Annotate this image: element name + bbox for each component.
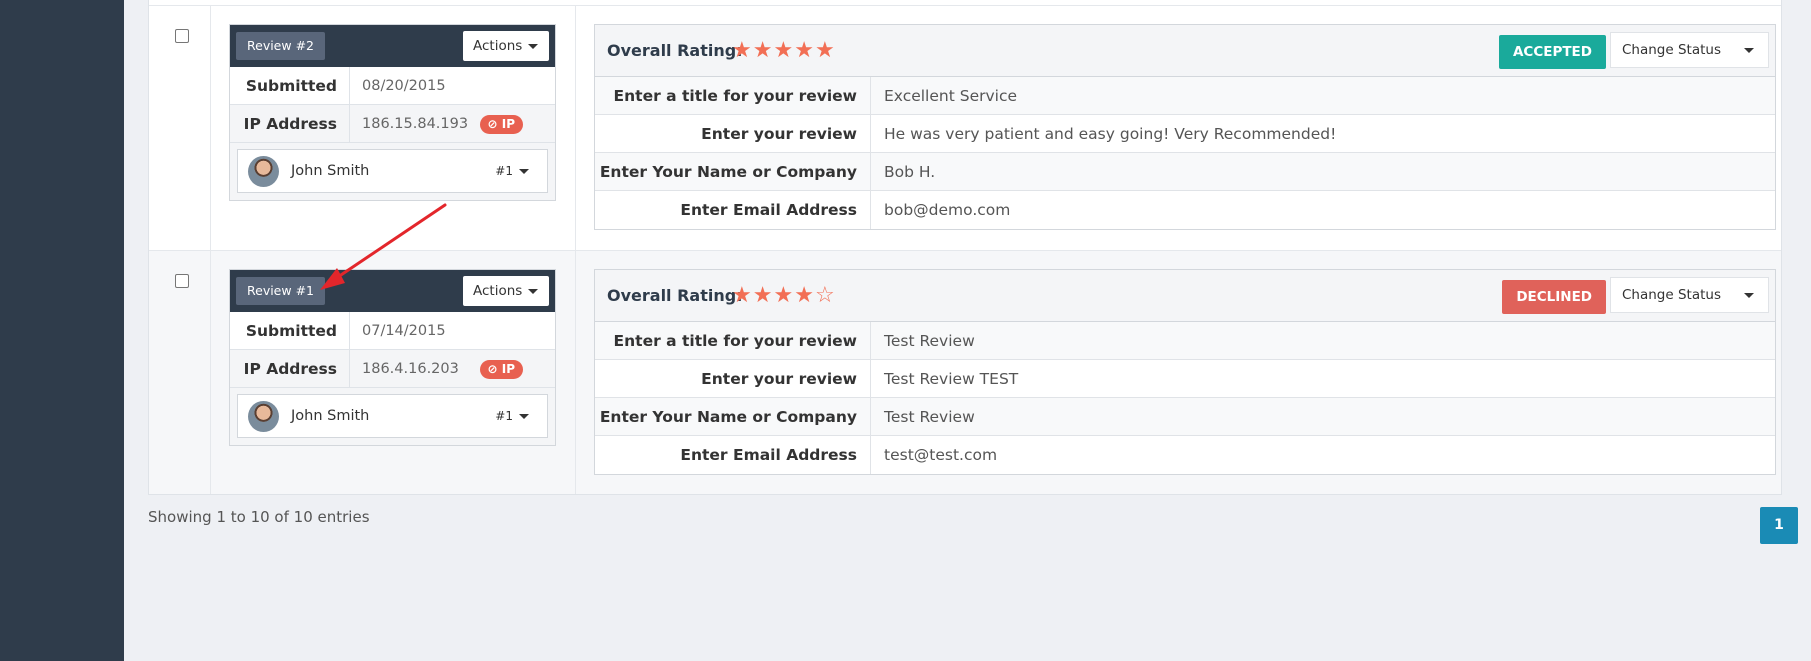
star-filled-icon: ★ bbox=[732, 38, 753, 63]
field-label: Enter a title for your review bbox=[595, 77, 871, 114]
field-value: Bob H. bbox=[884, 163, 936, 181]
caret-down-icon bbox=[519, 169, 529, 174]
meta-label: IP Address bbox=[230, 105, 350, 142]
meta-label: Submitted bbox=[230, 312, 350, 349]
field-value: Excellent Service bbox=[884, 87, 1018, 105]
table-row: Review #1 Actions Submitted 07/14/2015 I… bbox=[149, 250, 1781, 494]
field-row: Enter your review Test Review TEST bbox=[595, 360, 1775, 398]
submitted-row: Submitted 08/20/2015 bbox=[230, 67, 555, 105]
star-empty-icon: ☆ bbox=[814, 283, 836, 308]
star-rating: ★★★★★ bbox=[732, 25, 836, 77]
overall-rating-label: Overall Rating: bbox=[607, 41, 743, 60]
review-content-card: Overall Rating: ★★★★☆ DECLINED Change St… bbox=[594, 269, 1776, 475]
change-status-dropdown[interactable]: Change Status bbox=[1610, 277, 1769, 313]
meta-label: IP Address bbox=[230, 350, 350, 387]
actions-dropdown-button[interactable]: Actions bbox=[463, 276, 549, 306]
overall-rating-label: Overall Rating: bbox=[607, 286, 743, 305]
field-row: Enter Email Address test@test.com bbox=[595, 436, 1775, 474]
field-label: Enter your review bbox=[595, 360, 871, 397]
caret-down-icon bbox=[1744, 293, 1754, 298]
review-content-card: Overall Rating: ★★★★★ ACCEPTED Change St… bbox=[594, 24, 1776, 230]
field-label: Enter Your Name or Company bbox=[595, 398, 871, 435]
caret-down-icon bbox=[528, 288, 539, 294]
change-status-dropdown[interactable]: Change Status bbox=[1610, 32, 1769, 68]
field-row: Enter a title for your review Test Revie… bbox=[595, 322, 1775, 360]
assigned-user-select[interactable]: John Smith #1 bbox=[237, 149, 548, 193]
field-label: Enter a title for your review bbox=[595, 322, 871, 359]
star-filled-icon: ★ bbox=[794, 283, 815, 308]
field-row: Enter your review He was very patient an… bbox=[595, 115, 1775, 153]
submitted-row: Submitted 07/14/2015 bbox=[230, 312, 555, 350]
row-select-checkbox[interactable] bbox=[175, 29, 189, 43]
star-filled-icon: ★ bbox=[773, 283, 795, 308]
status-badge: DECLINED bbox=[1502, 280, 1606, 314]
user-name: John Smith bbox=[291, 163, 370, 179]
field-value: test@test.com bbox=[884, 446, 998, 464]
field-value: Test Review bbox=[884, 408, 975, 426]
star-filled-icon: ★ bbox=[732, 283, 753, 308]
user-number: #1 bbox=[495, 395, 529, 437]
caret-down-icon bbox=[519, 414, 529, 419]
field-value: He was very patient and easy going! Very… bbox=[884, 125, 1337, 143]
user-number: #1 bbox=[495, 150, 529, 192]
star-filled-icon: ★ bbox=[794, 38, 815, 63]
star-filled-icon: ★ bbox=[752, 283, 774, 308]
field-value: Test Review bbox=[884, 332, 975, 350]
field-label: Enter your review bbox=[595, 115, 871, 152]
star-rating: ★★★★☆ bbox=[732, 270, 836, 322]
field-row: Enter a title for your review Excellent … bbox=[595, 77, 1775, 115]
meta-label: Submitted bbox=[230, 67, 350, 104]
submitted-date: 08/20/2015 bbox=[362, 78, 446, 94]
submitted-date: 07/14/2015 bbox=[362, 323, 446, 339]
field-row: Enter Email Address bob@demo.com bbox=[595, 191, 1775, 229]
star-filled-icon: ★ bbox=[752, 38, 774, 63]
user-name: John Smith bbox=[291, 408, 370, 424]
star-filled-icon: ★ bbox=[814, 38, 836, 63]
field-row: Enter Your Name or Company Test Review bbox=[595, 398, 1775, 436]
caret-down-icon bbox=[528, 43, 539, 49]
review-number-tag: Review #2 bbox=[236, 32, 325, 60]
table-row: Review #2 Actions Submitted 08/20/2015 I… bbox=[149, 6, 1781, 250]
field-value: bob@demo.com bbox=[884, 201, 1011, 219]
sidebar bbox=[0, 0, 124, 661]
field-label: Enter Email Address bbox=[595, 191, 871, 229]
field-row: Enter Your Name or Company Bob H. bbox=[595, 153, 1775, 191]
row-select-checkbox[interactable] bbox=[175, 274, 189, 288]
review-number-tag: Review #1 bbox=[236, 277, 325, 305]
review-meta-card: Review #2 Actions Submitted 08/20/2015 I… bbox=[229, 24, 556, 201]
field-value: Test Review TEST bbox=[884, 370, 1019, 388]
star-filled-icon: ★ bbox=[773, 38, 795, 63]
actions-dropdown-button[interactable]: Actions bbox=[463, 31, 549, 61]
ip-address-row: IP Address 186.4.16.203 ⊘ IP bbox=[230, 350, 555, 388]
review-meta-card: Review #1 Actions Submitted 07/14/2015 I… bbox=[229, 269, 556, 446]
table-info-text: Showing 1 to 10 of 10 entries bbox=[148, 508, 370, 526]
ip-address-value: 186.4.16.203 bbox=[362, 361, 459, 377]
caret-down-icon bbox=[1744, 48, 1754, 53]
assigned-user-select[interactable]: John Smith #1 bbox=[237, 394, 548, 438]
pagination-page-button[interactable]: 1 bbox=[1760, 507, 1798, 544]
ip-address-row: IP Address 186.15.84.193 ⊘ IP bbox=[230, 105, 555, 143]
reviews-table: Review #2 Actions Submitted 08/20/2015 I… bbox=[148, 0, 1782, 495]
main-content: Review #2 Actions Submitted 08/20/2015 I… bbox=[124, 0, 1811, 661]
ip-address-value: 186.15.84.193 bbox=[362, 116, 469, 132]
block-ip-badge[interactable]: ⊘ IP bbox=[479, 115, 523, 134]
avatar bbox=[248, 156, 279, 187]
block-ip-badge[interactable]: ⊘ IP bbox=[479, 360, 523, 379]
avatar bbox=[248, 401, 279, 432]
status-badge: ACCEPTED bbox=[1498, 35, 1606, 69]
field-label: Enter Your Name or Company bbox=[595, 153, 871, 190]
field-label: Enter Email Address bbox=[595, 436, 871, 474]
